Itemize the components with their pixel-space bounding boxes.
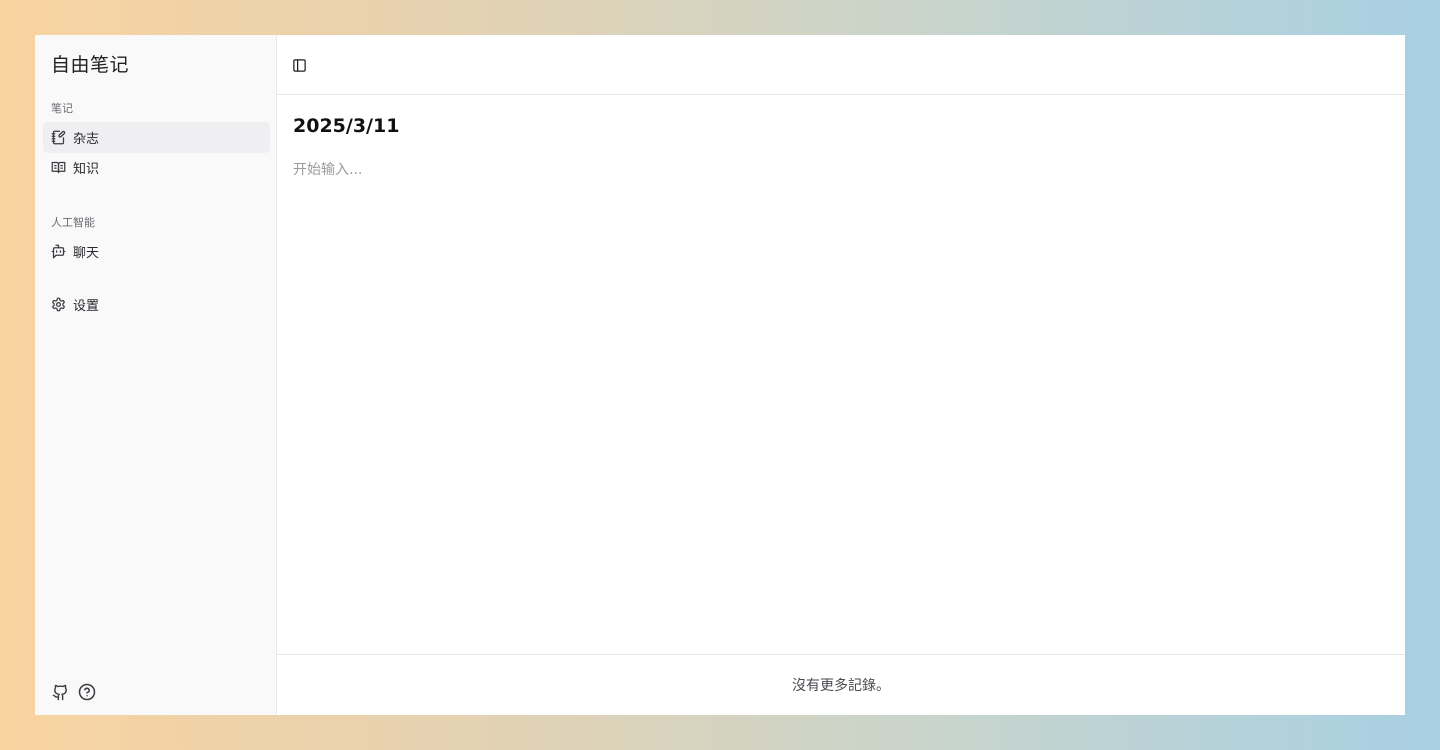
notebook-pen-icon — [51, 130, 66, 145]
topbar — [277, 35, 1405, 95]
sidebar-item-label: 知识 — [73, 162, 100, 177]
editor-input[interactable]: 开始输入... — [293, 159, 1373, 179]
sidebar-item-label: 聊天 — [73, 246, 100, 261]
sidebar-item-knowledge[interactable]: 知识 — [43, 152, 270, 183]
app-title: 自由笔记 — [51, 54, 130, 76]
main-panel: 2025/3/11 开始输入... 沒有更多記錄。 — [277, 35, 1405, 715]
sidebar-item-label: 杂志 — [73, 132, 100, 147]
book-open-icon — [51, 160, 66, 175]
app-window: 自由笔记 笔记 杂志 知识 人工智能 聊天 设置 2025/3/11 开始输入.… — [35, 35, 1405, 715]
section-label-notes: 笔记 — [51, 102, 73, 115]
bot-chat-icon — [51, 244, 66, 259]
sidebar: 自由笔记 笔记 杂志 知识 人工智能 聊天 设置 — [35, 35, 277, 715]
panel-left-icon[interactable] — [289, 55, 309, 75]
entry-date-title: 2025/3/11 — [293, 115, 400, 137]
help-circle-icon[interactable] — [78, 683, 96, 701]
sidebar-item-settings[interactable]: 设置 — [43, 289, 270, 320]
section-label-ai: 人工智能 — [51, 216, 95, 229]
sidebar-item-chat[interactable]: 聊天 — [43, 236, 270, 267]
sidebar-footer — [51, 683, 96, 701]
sidebar-item-label: 设置 — [73, 299, 100, 314]
sidebar-item-journal[interactable]: 杂志 — [43, 122, 270, 153]
github-icon[interactable] — [51, 683, 69, 701]
gear-icon — [51, 297, 66, 312]
no-more-records-status: 沒有更多記錄。 — [277, 654, 1405, 715]
